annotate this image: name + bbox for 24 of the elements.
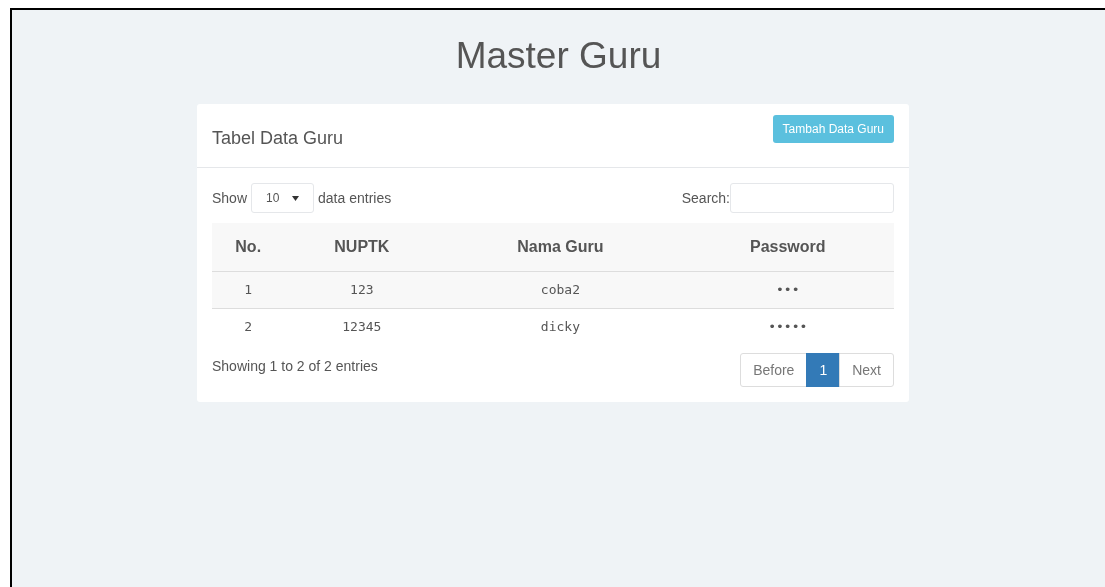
entries-label: data entries [318,188,392,208]
column-header: No. [235,237,262,255]
table-cell: ••••• [768,319,808,334]
column-header: Nama Guru [517,237,604,255]
table-cell: 1 [244,281,253,297]
table-cell: ••• [776,281,800,297]
table-cell: 12345 [342,319,382,334]
search-label: Search: [681,188,730,208]
table-cell: 123 [350,281,374,297]
show-label: Show [212,188,248,208]
table-cell: coba2 [540,281,580,297]
entries-select[interactable]: 10 [251,183,315,213]
search-field[interactable] [730,183,894,213]
panel-title: Tabel Data Guru [212,127,344,150]
entries-info: Showing 1 to 2 of 2 entries [212,356,378,376]
caret-icon [292,195,300,201]
column-header: Password [750,237,826,255]
column-header: NUPTK [334,237,390,255]
table-cell: dicky [540,319,580,334]
page-button[interactable]: 1 [806,353,841,387]
page-button[interactable]: Before [740,353,808,387]
page-button[interactable]: Next [839,353,894,387]
table-cell: 2 [244,319,253,334]
page-title: Master Guru [455,34,662,78]
